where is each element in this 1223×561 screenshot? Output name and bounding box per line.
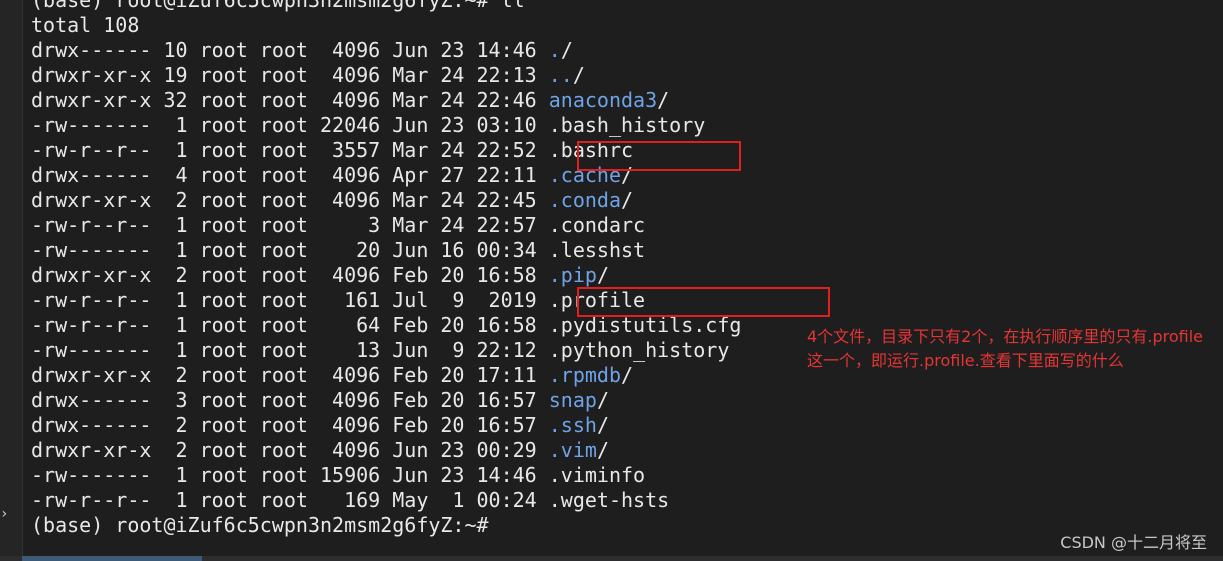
- bottom-strip-segment: [22, 556, 202, 561]
- bottom-strip: [0, 556, 1223, 561]
- highlight-box-bashrc: [577, 141, 741, 171]
- directory-slash: /: [596, 388, 609, 412]
- directory-slash: /: [621, 363, 634, 387]
- listing-row: drwxr-xr-x 32 root root 4096 Mar 24 22:4…: [31, 88, 1211, 113]
- directory-name: snap: [548, 388, 597, 412]
- listing-row: drwxr-xr-x 2 root root 4096 Feb 20 16:58…: [31, 263, 1211, 288]
- listing-meta: -rw-r--r-- 1 root root 3 Mar 24 22:57: [31, 213, 549, 237]
- directory-slash: /: [621, 188, 634, 212]
- directory-name: .rpmdb: [548, 363, 622, 387]
- listing-row: drwx------ 2 root root 4096 Feb 20 16:57…: [31, 413, 1211, 438]
- listing-row: drwx------ 3 root root 4096 Feb 20 16:57…: [31, 388, 1211, 413]
- listing-row: -rw-r--r-- 1 root root 169 May 1 00:24 .…: [31, 488, 1211, 513]
- listing-meta: drwx------ 4 root root 4096 Apr 27 22:11: [31, 163, 549, 187]
- listing-meta: drwxr-xr-x 2 root root 4096 Jun 23 00:29: [31, 438, 549, 462]
- left-gutter: ›: [0, 0, 23, 561]
- directory-name: .ssh: [548, 413, 597, 437]
- watermark: CSDN @十二月将至: [1060, 533, 1207, 552]
- listing-meta: drwx------ 2 root root 4096 Feb 20 16:57: [31, 413, 549, 437]
- listing-row: drwxr-xr-x 19 root root 4096 Mar 24 22:1…: [31, 63, 1211, 88]
- directory-name: .pip: [548, 263, 597, 287]
- directory-name: .: [548, 38, 561, 62]
- file-name: .wget-hsts: [548, 488, 670, 512]
- listing-meta: -rw-r--r-- 1 root root 64 Feb 20 16:58: [31, 313, 549, 337]
- directory-slash: /: [596, 263, 609, 287]
- listing-meta: drwx------ 10 root root 4096 Jun 23 14:4…: [31, 38, 549, 62]
- listing-meta: -rw-r--r-- 1 root root 169 May 1 00:24: [31, 488, 549, 512]
- listing-meta: drwxr-xr-x 19 root root 4096 Mar 24 22:1…: [31, 63, 549, 87]
- chevron-right-icon[interactable]: ›: [0, 504, 14, 524]
- listing-meta: -rw-r--r-- 1 root root 3557 Mar 24 22:52: [31, 138, 549, 162]
- annotation-note: 4个文件，目录下只有2个，在执行顺序里的只有.profile这一个，即运行.pr…: [807, 327, 1203, 370]
- directory-slash: /: [572, 63, 585, 87]
- file-name: .bash_history: [548, 113, 706, 137]
- listing-meta: drwxr-xr-x 32 root root 4096 Mar 24 22:4…: [31, 88, 549, 112]
- listing-meta: drwxr-xr-x 2 root root 4096 Feb 20 17:11: [31, 363, 549, 387]
- listing-meta: -rw------- 1 root root 13 Jun 9 22:12: [31, 338, 549, 362]
- prompt-line: (base) root@iZuf6c5cwpn3n2msm2g6fyZ:~# l…: [31, 0, 525, 12]
- directory-name: anaconda3: [548, 88, 658, 112]
- terminal-output[interactable]: (base) root@iZuf6c5cwpn3n2msm2g6fyZ:~# l…: [31, 0, 1211, 538]
- listing-meta: -rw------- 1 root root 22046 Jun 23 03:1…: [31, 113, 549, 137]
- listing-meta: drwxr-xr-x 2 root root 4096 Mar 24 22:45: [31, 188, 549, 212]
- listing-row: -rw------- 1 root root 15906 Jun 23 14:4…: [31, 463, 1211, 488]
- directory-slash: /: [596, 438, 609, 462]
- directory-name: .vim: [548, 438, 597, 462]
- directory-name: ..: [548, 63, 573, 87]
- file-name: .condarc: [548, 213, 646, 237]
- directory-slash: /: [560, 38, 573, 62]
- directory-slash: /: [596, 413, 609, 437]
- listing-row: drwxr-xr-x 2 root root 4096 Jun 23 00:29…: [31, 438, 1211, 463]
- listing-meta: drwxr-xr-x 2 root root 4096 Feb 20 16:58: [31, 263, 549, 287]
- listing-meta: -rw------- 1 root root 15906 Jun 23 14:4…: [31, 463, 549, 487]
- output-line: total 108: [31, 13, 140, 37]
- file-name: .lesshst: [548, 238, 646, 262]
- listing-row: -rw------- 1 root root 22046 Jun 23 03:1…: [31, 113, 1211, 138]
- highlight-box-profile: [577, 287, 830, 317]
- listing-row: drwx------ 10 root root 4096 Jun 23 14:4…: [31, 38, 1211, 63]
- prompt-line: (base) root@iZuf6c5cwpn3n2msm2g6fyZ:~#: [31, 513, 489, 537]
- listing-row: -rw------- 1 root root 20 Jun 16 00:34 .…: [31, 238, 1211, 263]
- file-name: .viminfo: [548, 463, 646, 487]
- listing-meta: drwx------ 3 root root 4096 Feb 20 16:57: [31, 388, 549, 412]
- file-name: .python_history: [548, 338, 730, 362]
- directory-name: .conda: [548, 188, 622, 212]
- listing-meta: -rw-r--r-- 1 root root 161 Jul 9 2019: [31, 288, 549, 312]
- listing-row: drwxr-xr-x 2 root root 4096 Mar 24 22:45…: [31, 188, 1211, 213]
- listing-meta: -rw------- 1 root root 20 Jun 16 00:34: [31, 238, 549, 262]
- directory-slash: /: [657, 88, 670, 112]
- listing-row: -rw-r--r-- 1 root root 3 Mar 24 22:57 .c…: [31, 213, 1211, 238]
